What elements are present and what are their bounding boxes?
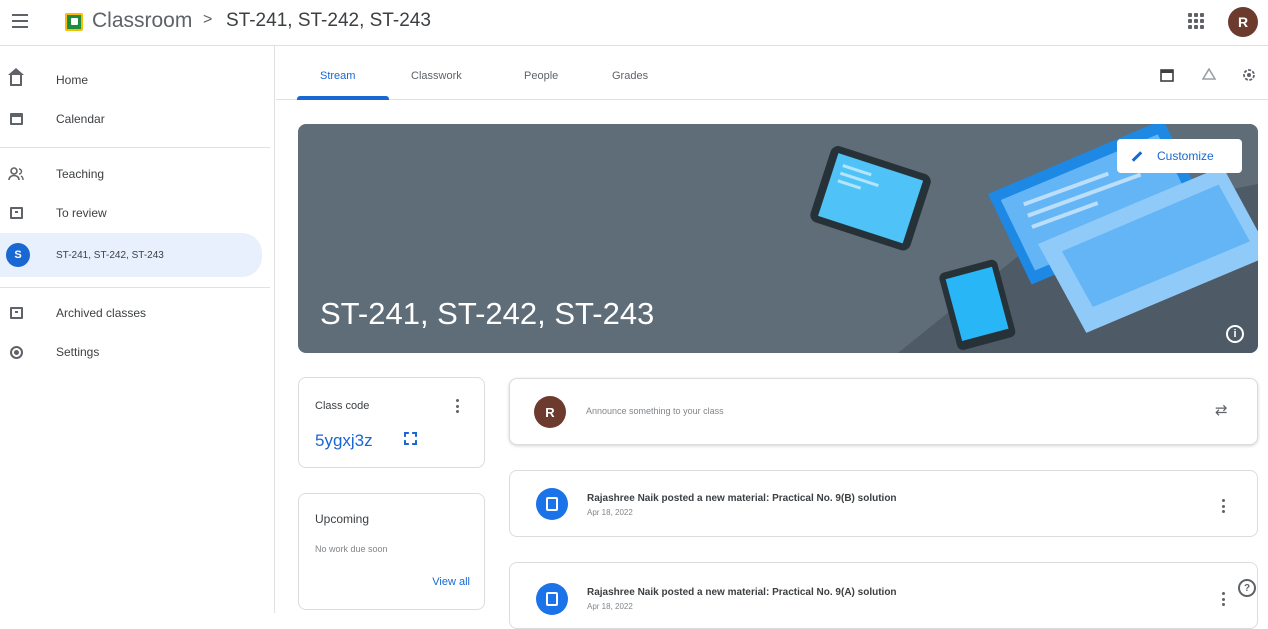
app-title[interactable]: Classroom	[92, 9, 192, 33]
upcoming-note: No work due soon	[315, 544, 388, 554]
sidebar-item-label: Home	[56, 73, 89, 87]
account-avatar[interactable]: R	[1228, 7, 1258, 37]
help-icon[interactable]: ?	[1238, 579, 1256, 597]
post-date: Apr 18, 2022	[587, 602, 633, 611]
banner-class-title: ST-241, ST-242, ST-243	[320, 296, 655, 331]
sidebar-item-home[interactable]: Home	[0, 61, 262, 99]
upcoming-card: Upcoming No work due soon View all	[298, 493, 485, 610]
class-banner: ST-241, ST-242, ST-243 Customize i	[298, 124, 1258, 353]
info-icon[interactable]: i	[1226, 325, 1244, 343]
sidebar-item-settings[interactable]: Settings	[0, 333, 262, 371]
tab-stream[interactable]: Stream	[320, 70, 355, 82]
home-icon	[8, 67, 24, 88]
calendar-icon	[8, 111, 24, 127]
stream-post[interactable]: Rajashree Naik posted a new material: Pr…	[509, 562, 1258, 629]
class-avatar-icon: S	[6, 243, 30, 267]
sidebar-item-archived-classes[interactable]: Archived classes	[0, 294, 262, 332]
fullscreen-icon[interactable]	[404, 432, 417, 445]
top-app-bar: Classroom > ST-241, ST-242, ST-243 R	[0, 0, 1268, 46]
breadcrumb-class-name: ST-241, ST-242, ST-243	[226, 10, 431, 31]
settings-icon	[8, 344, 24, 360]
sidebar-item-label: Calendar	[56, 112, 105, 126]
sidebar-divider	[0, 287, 270, 288]
archive-icon	[8, 305, 24, 321]
avatar: R	[534, 396, 566, 428]
pencil-icon	[1131, 150, 1143, 162]
class-settings-icon[interactable]	[1242, 68, 1256, 82]
folder-icon	[8, 205, 24, 221]
breadcrumb-separator: >	[203, 11, 213, 28]
more-options-icon[interactable]	[1222, 499, 1226, 513]
upcoming-title: Upcoming	[315, 512, 370, 526]
sidebar-item-label: ST-241, ST-242, ST-243	[56, 249, 164, 261]
sidebar: Home Calendar Teaching To review S ST-24…	[0, 46, 275, 613]
calendar-icon[interactable]	[1160, 68, 1174, 82]
sidebar-item-teaching[interactable]: Teaching	[0, 155, 262, 193]
post-title[interactable]: Rajashree Naik posted a new material: Pr…	[587, 493, 897, 504]
sidebar-item-label: Settings	[56, 345, 100, 359]
material-icon	[536, 488, 568, 520]
sidebar-item-label: To review	[56, 206, 107, 220]
more-options-icon[interactable]	[1222, 592, 1226, 606]
sidebar-item-to-review[interactable]: To review	[0, 194, 262, 232]
view-all-link[interactable]: View all	[432, 576, 470, 588]
announce-placeholder[interactable]: Announce something to your class	[586, 406, 724, 416]
classroom-logo-icon[interactable]	[65, 13, 83, 31]
sidebar-divider	[0, 147, 270, 148]
post-date: Apr 18, 2022	[587, 508, 633, 517]
material-icon	[536, 583, 568, 615]
people-icon	[8, 166, 24, 182]
stream-post[interactable]: Rajashree Naik posted a new material: Pr…	[509, 470, 1258, 537]
sidebar-item-class[interactable]: S ST-241, ST-242, ST-243	[0, 233, 262, 277]
class-code-value: 5ygxj3z	[315, 431, 373, 450]
post-title[interactable]: Rajashree Naik posted a new material: Pr…	[587, 587, 897, 598]
tab-grades[interactable]: Grades	[612, 70, 648, 82]
customize-button[interactable]: Customize	[1117, 139, 1242, 173]
tab-people[interactable]: People	[524, 70, 558, 82]
sidebar-item-label: Archived classes	[56, 306, 147, 320]
more-options-icon[interactable]	[456, 399, 460, 413]
drive-folder-icon[interactable]	[1201, 67, 1217, 82]
google-apps-icon[interactable]	[1188, 13, 1204, 29]
sidebar-item-calendar[interactable]: Calendar	[0, 100, 262, 138]
announce-box[interactable]: R Announce something to your class ⇄	[509, 378, 1258, 445]
class-code-card: Class code 5ygxj3z	[298, 377, 485, 468]
repost-icon[interactable]: ⇄	[1215, 403, 1231, 419]
active-tab-indicator	[297, 96, 389, 100]
class-code-label: Class code	[315, 400, 370, 412]
customize-label: Customize	[1157, 149, 1214, 163]
tab-classwork[interactable]: Classwork	[411, 70, 462, 82]
main-menu-icon[interactable]	[12, 14, 28, 30]
sidebar-item-label: Teaching	[56, 167, 105, 181]
